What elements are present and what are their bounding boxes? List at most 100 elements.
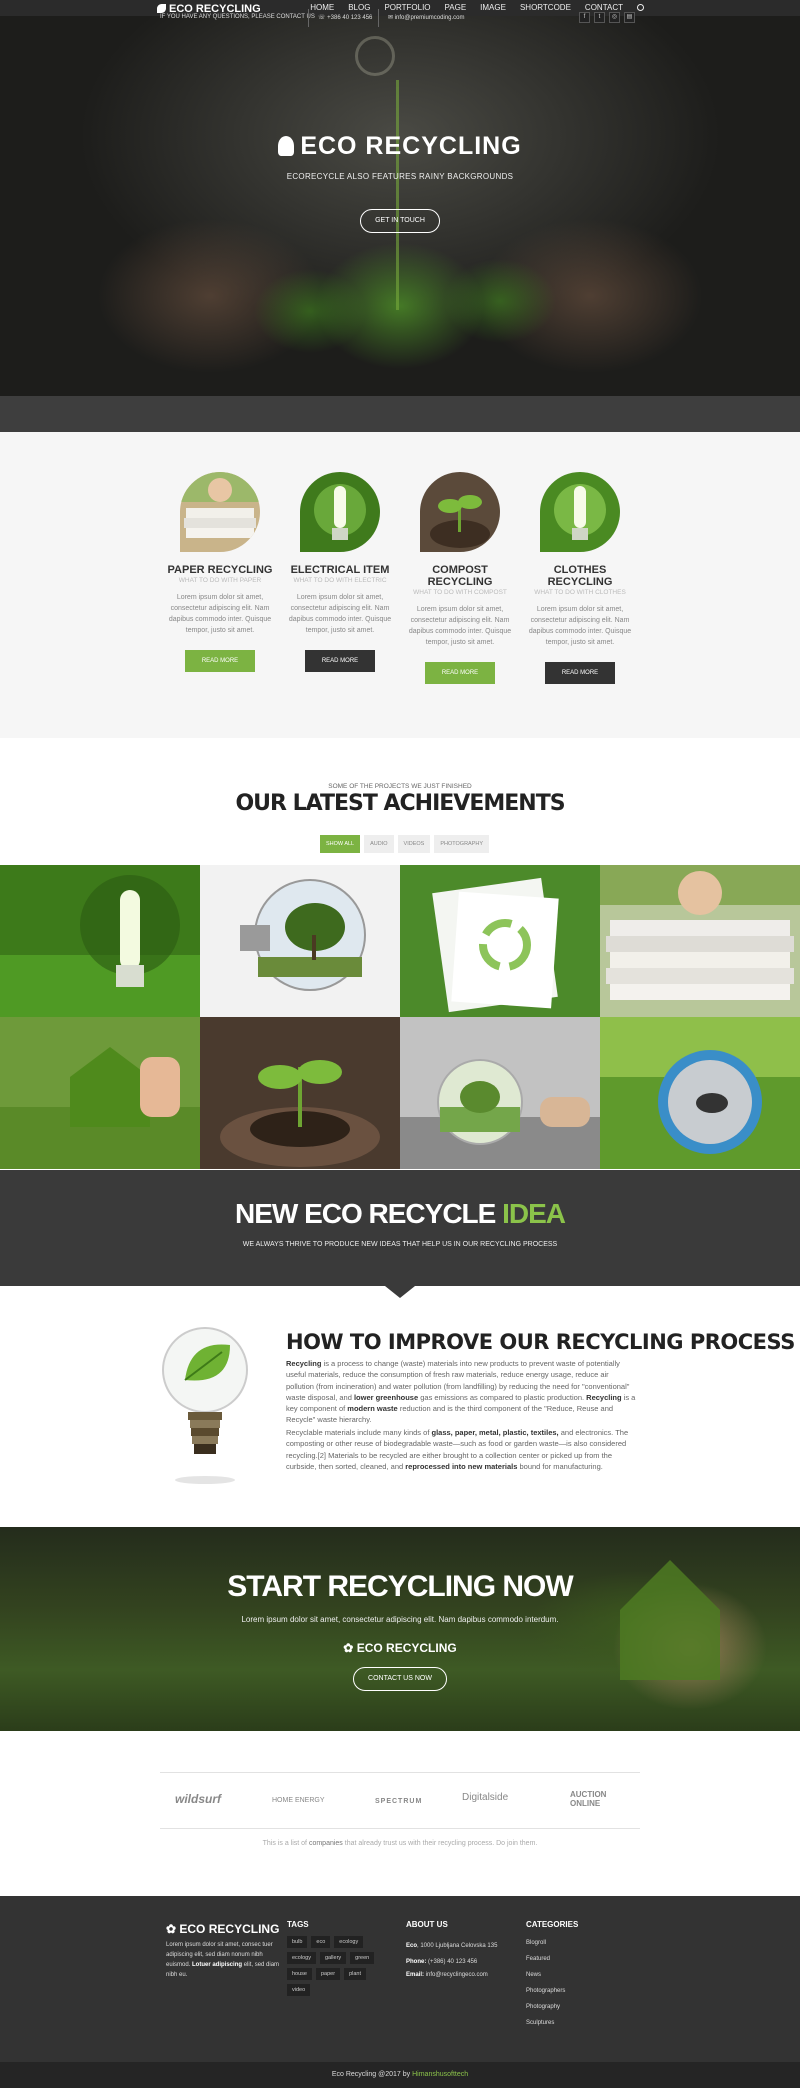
read-more-button[interactable]: READ MORE	[185, 650, 255, 672]
service-text: Lorem ipsum dolor sit amet, consectetur …	[168, 594, 272, 634]
nav-page[interactable]: PAGE	[445, 3, 467, 12]
divider	[160, 1828, 640, 1829]
partner-logo-home-energy[interactable]: HOME ENERGY	[272, 1797, 325, 1804]
howto-title: HOW TO IMPROVE OUR RECYCLING PROCESS	[286, 1330, 795, 1354]
grass-house-image	[610, 1540, 730, 1685]
category-link[interactable]: Blogroll	[526, 1940, 546, 1946]
twitter-icon[interactable]: t	[594, 12, 605, 23]
facebook-icon[interactable]: f	[579, 12, 590, 23]
gallery-item[interactable]	[600, 1017, 800, 1169]
read-more-button[interactable]: READ MORE	[305, 650, 375, 672]
divider	[308, 9, 309, 27]
gallery-item[interactable]	[0, 865, 200, 1017]
instagram-icon[interactable]: ◎	[609, 12, 620, 23]
leaf-icon	[157, 4, 166, 13]
partner-logo-spectrum[interactable]: SPECTRUM	[375, 1798, 422, 1805]
lightbulb-leaf-image	[160, 1320, 250, 1490]
service-subtitle: WHAT TO DO WITH ELECTRIC	[293, 577, 387, 584]
category-link[interactable]: Featured	[526, 1956, 550, 1962]
read-more-button[interactable]: READ MORE	[545, 662, 615, 684]
gallery-item[interactable]	[400, 865, 600, 1017]
achievements-title: OUR LATEST ACHIEVEMENTS	[235, 791, 565, 816]
contact-phone: ☏ +386 40 123 456	[318, 15, 373, 21]
tag-cloud: bulb eco ecology ecology gallery green h…	[287, 1936, 387, 1996]
hero-logo: ECO RECYCLING	[0, 132, 800, 161]
tags-heading: TAGS	[287, 1920, 309, 1929]
filter-show-all[interactable]: SHOW ALL	[320, 835, 361, 853]
idea-arrow	[385, 1286, 415, 1298]
divider	[160, 1772, 640, 1773]
filter-videos[interactable]: VIDEOS	[397, 835, 431, 853]
tag-item[interactable]: ecology	[287, 1952, 316, 1964]
footer-email[interactable]: Email: info@recyclingeco.com	[406, 1972, 488, 1978]
category-link[interactable]: Sculptures	[526, 2020, 554, 2026]
footer-logo[interactable]: ✿ ECO RECYCLING	[166, 1922, 279, 1936]
category-link[interactable]: Photography	[526, 2004, 560, 2010]
service-title: ELECTRICAL ITEM	[290, 564, 390, 576]
nav-portfolio[interactable]: PORTFOLIO	[384, 3, 430, 12]
partner-logo-wildsurf[interactable]: wildsurf	[175, 1792, 221, 1806]
howto-paragraph-1: Recycling is a process to change (waste)…	[286, 1359, 636, 1425]
service-subtitle: WHAT TO DO WITH CLOTHES	[534, 589, 626, 596]
nav-home[interactable]: HOME	[310, 3, 334, 12]
tag-item[interactable]: plant	[344, 1968, 367, 1980]
footer-about-text: Lorem ipsum dolor sit amet, consec tuer …	[166, 1942, 280, 1978]
hero-plant-stem	[396, 80, 399, 310]
contact-email[interactable]: ✉ info@premiumcoding.com	[388, 14, 465, 21]
gallery-item[interactable]	[200, 1017, 400, 1169]
service-title: COMPOST RECYCLING	[427, 564, 493, 588]
service-clothes: CLOTHES RECYCLING WHAT TO DO WITH CLOTHE…	[520, 472, 640, 684]
tag-item[interactable]: eco	[311, 1936, 331, 1948]
plant-in-hands-image	[420, 472, 500, 552]
about-heading: ABOUT US	[406, 1920, 448, 1929]
tag-item[interactable]: bulb	[287, 1936, 308, 1948]
service-electrical: ELECTRICAL ITEM WHAT TO DO WITH ELECTRIC…	[280, 472, 400, 672]
contact-us-now-button[interactable]: CONTACT US NOW	[353, 1667, 447, 1691]
paper-stack-image	[180, 472, 260, 552]
rss-icon[interactable]: ▤	[624, 12, 635, 23]
tag-item[interactable]: video	[287, 1984, 311, 1996]
idea-title: NEW ECO RECYCLE IDEA	[234, 1198, 566, 1229]
tag-item[interactable]: paper	[316, 1968, 341, 1980]
nav-contact[interactable]: CONTACT	[585, 3, 623, 12]
contact-question: IF YOU HAVE ANY QUESTIONS, PLEASE CONTAC…	[160, 14, 315, 20]
category-link[interactable]: News	[526, 1972, 541, 1978]
tag-item[interactable]: gallery	[319, 1952, 347, 1964]
nav-blog[interactable]: BLOG	[348, 3, 370, 12]
gallery-item[interactable]	[400, 1017, 600, 1169]
service-text: Lorem ipsum dolor sit amet, consectetur …	[408, 606, 512, 646]
service-subtitle: WHAT TO DO WITH PAPER	[178, 577, 262, 584]
categories-heading: CATEGORIES	[526, 1920, 579, 1929]
tag-item[interactable]: green	[350, 1952, 375, 1964]
tag-item[interactable]: house	[287, 1968, 312, 1980]
service-compost: COMPOST RECYCLING WHAT TO DO WITH COMPOS…	[400, 472, 520, 684]
service-text: Lorem ipsum dolor sit amet, consectetur …	[528, 606, 632, 646]
nav-image[interactable]: IMAGE	[480, 3, 506, 12]
filter-photography[interactable]: PHOTOGRAPHY	[434, 835, 490, 853]
footer	[0, 1896, 800, 2062]
partner-logo-digitalside[interactable]: Digitalside	[462, 1792, 508, 1803]
gallery-item[interactable]	[0, 1017, 200, 1169]
cta-subtitle: Lorem ipsum dolor sit amet, consectetur …	[241, 1615, 559, 1624]
nav-shortcode[interactable]: SHORTCODE	[520, 3, 571, 12]
bulb-image	[300, 472, 380, 552]
tag-item[interactable]: ecology	[334, 1936, 364, 1948]
bulb-image	[540, 472, 620, 552]
main-nav: HOME BLOG PORTFOLIO PAGE IMAGE SHORTCODE…	[310, 3, 644, 12]
tree-icon	[278, 136, 295, 156]
footer-address: Eco, 1000 Ljubljana Celovska 135	[406, 1943, 498, 1949]
footer-phone: Phone: (+386) 40 123 456	[406, 1959, 478, 1965]
partner-logo-auction-online[interactable]: AUCTION ONLINE	[570, 1790, 620, 1808]
service-title: PAPER RECYCLING	[167, 564, 273, 576]
cta-title: START RECYCLING NOW	[227, 1570, 573, 1603]
gallery-item[interactable]	[200, 865, 400, 1017]
read-more-button[interactable]: READ MORE	[425, 662, 495, 684]
category-link[interactable]: Photographers	[526, 1988, 565, 1994]
gallery-item[interactable]	[600, 865, 800, 1017]
achievements-pretitle: SOME OF THE PROJECTS WE JUST FINISHED	[328, 783, 472, 790]
hero-subtitle: ECORECYCLE ALSO FEATURES RAINY BACKGROUN…	[286, 172, 514, 181]
search-icon[interactable]	[637, 4, 644, 11]
get-in-touch-button[interactable]: GET IN TOUCH	[360, 209, 440, 233]
contact-bar	[0, 396, 800, 432]
filter-audio[interactable]: AUDIO	[364, 835, 394, 853]
